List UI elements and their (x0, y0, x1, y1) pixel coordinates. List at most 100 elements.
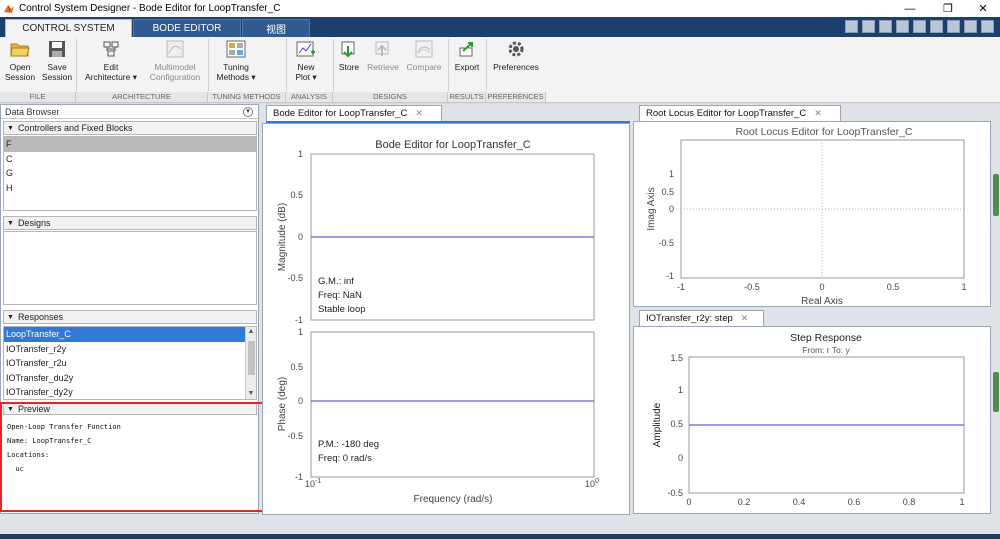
new-plot-button[interactable]: New Plot ▾ (290, 39, 322, 82)
quick-access-cut-icon[interactable] (862, 20, 875, 33)
designs-section-header[interactable]: ▼ Designs (3, 216, 257, 230)
tab-root-locus-document[interactable]: Root Locus Editor for LoopTransfer_C ✕ (639, 105, 841, 121)
ribbon-separator (286, 39, 287, 91)
preview-section-header[interactable]: ▼ Preview (3, 403, 257, 415)
close-tab-icon[interactable]: ✕ (741, 313, 749, 324)
list-item[interactable]: H (4, 181, 256, 196)
step-response-pane: Step Response From: r To: y 1.5 1 0.5 0 … (633, 326, 991, 514)
quick-access-paste-icon[interactable] (896, 20, 909, 33)
section-results: RESULTS (448, 92, 486, 102)
panel-menu-icon[interactable]: ▾ (243, 107, 253, 117)
controllers-section-header[interactable]: ▼ Controllers and Fixed Blocks (3, 121, 257, 135)
gain-margin-text: G.M.: inf (318, 276, 354, 287)
amplitude-axis-label: Amplitude (652, 402, 663, 447)
list-item[interactable]: LoopTransfer_C (4, 327, 245, 342)
multimodel-configuration-button[interactable]: Multimodel Configuration (145, 39, 205, 82)
tab-bode-editor[interactable]: BODE EDITOR (133, 19, 241, 37)
floppy-disk-icon (47, 39, 67, 59)
retrieve-button[interactable]: Retrieve (366, 39, 400, 72)
preview-panel: Open-Loop Transfer Function Name: LoopTr… (3, 416, 257, 512)
imag-tick: 1 (669, 169, 674, 179)
architecture-icon (101, 39, 121, 59)
responses-scrollbar[interactable]: ▲ ▼ (245, 327, 256, 399)
quick-access-save-icon[interactable] (845, 20, 858, 33)
freq-tick-left: 10-1 (305, 478, 321, 489)
controllers-header-label: Controllers and Fixed Blocks (17, 123, 133, 133)
pane-resize-handle[interactable] (993, 174, 999, 216)
new-plot-label: New Plot ▾ (295, 62, 317, 82)
save-session-button[interactable]: Save Session (40, 39, 74, 82)
real-tick: 0 (819, 282, 824, 292)
tab-bode-editor-document[interactable]: Bode Editor for LoopTransfer_C ✕ (266, 105, 442, 121)
list-item[interactable]: C (4, 152, 256, 167)
imag-tick: -0.5 (658, 238, 674, 248)
tab-step-response-document[interactable]: IOTransfer_r2y: step ✕ (639, 310, 764, 326)
edit-architecture-button[interactable]: Edit Architecture ▾ (80, 39, 142, 82)
quick-access-undo-icon[interactable] (913, 20, 926, 33)
collapse-triangle-icon: ▼ (7, 219, 14, 227)
pane-resize-handle[interactable] (993, 372, 999, 412)
quick-access-layout-icon[interactable] (947, 20, 960, 33)
store-button[interactable]: Store (336, 39, 362, 72)
collapse-triangle-icon: ▼ (7, 313, 14, 321)
section-tuning-methods: TUNING METHODS (208, 92, 286, 102)
new-plot-icon (296, 39, 316, 59)
ribbon-separator (333, 39, 334, 91)
root-locus-plot-svg[interactable]: Root Locus Editor for LoopTransfer_C 1 0… (634, 122, 990, 307)
quick-access-help-icon[interactable] (964, 20, 977, 33)
list-item[interactable]: IOTransfer_dy2y (4, 385, 256, 399)
tab-view[interactable]: 视图 (242, 19, 310, 37)
ribbon-toolbar: Open Session Save Session Edit Architect… (0, 37, 1000, 103)
preferences-button[interactable]: Preferences (490, 39, 542, 72)
imag-axis-label: Imag Axis (646, 187, 657, 230)
responses-list: LoopTransfer_C IOTransfer_r2y IOTransfer… (3, 326, 257, 400)
scroll-down-icon[interactable]: ▼ (246, 389, 256, 399)
compare-button[interactable]: Compare (404, 39, 444, 72)
list-item[interactable]: IOTransfer_du2y (4, 371, 256, 386)
ribbon-separator (208, 39, 209, 91)
close-tab-icon[interactable]: ✕ (415, 108, 423, 119)
time-tick: 0 (686, 497, 691, 507)
designs-header-label: Designs (17, 218, 51, 228)
frequency-axis-label: Frequency (rad/s) (414, 494, 493, 505)
save-session-label: Save Session (41, 62, 73, 82)
step-response-plot-svg[interactable]: Step Response From: r To: y 1.5 1 0.5 0 … (634, 327, 990, 513)
phase-axis-label: Phase (deg) (277, 377, 288, 431)
responses-section-header[interactable]: ▼ Responses (3, 310, 257, 324)
preview-header-label: Preview (17, 404, 50, 414)
maximize-button[interactable]: ❐ (933, 0, 963, 17)
list-item[interactable]: IOTransfer_r2y (4, 342, 256, 357)
bode-plot-svg[interactable]: Bode Editor for LoopTransfer_C 1 0.5 0 -… (263, 124, 629, 514)
freq-tick-right: 100 (585, 478, 599, 489)
list-item[interactable]: F (4, 137, 256, 152)
export-button[interactable]: Export (451, 39, 483, 72)
root-locus-pane: Root Locus Editor for LoopTransfer_C 1 0… (633, 121, 991, 307)
preview-line: Locations: (7, 451, 50, 459)
controllers-list: F C G H (3, 136, 257, 211)
workspace: Data Browser ▾ ▼ Controllers and Fixed B… (0, 104, 1000, 534)
preview-line: uc (7, 465, 24, 473)
tuning-methods-button[interactable]: Tuning Methods ▾ (211, 39, 261, 82)
scrollbar-thumb[interactable] (248, 341, 255, 375)
open-session-button[interactable]: Open Session (4, 39, 36, 82)
tab-control-system[interactable]: CONTROL SYSTEM (5, 19, 132, 37)
minimize-button[interactable]: — (895, 0, 925, 17)
list-item[interactable]: IOTransfer_r2u (4, 356, 256, 371)
status-bar (0, 534, 1000, 539)
root-locus-title: Root Locus Editor for LoopTransfer_C (735, 126, 912, 138)
amplitude-tick: -0.5 (667, 488, 683, 498)
mag-tick: 1 (298, 149, 303, 159)
phase-margin-text: P.M.: -180 deg (318, 439, 379, 450)
scroll-up-icon[interactable]: ▲ (246, 327, 256, 337)
phase-tick: -1 (295, 472, 303, 482)
close-tab-icon[interactable]: ✕ (814, 108, 822, 119)
list-item[interactable]: G (4, 166, 256, 181)
close-window-button[interactable]: ✕ (968, 0, 998, 17)
quick-access-redo-icon[interactable] (930, 20, 943, 33)
quick-access-copy-icon[interactable] (879, 20, 892, 33)
edit-architecture-label: Edit Architecture ▾ (85, 62, 137, 82)
phase-margin-freq-text: Freq: 0 rad/s (318, 453, 372, 464)
quick-access-dropdown-icon[interactable] (981, 20, 994, 33)
data-browser-title: Data Browser (5, 106, 60, 117)
amplitude-tick: 0 (678, 453, 683, 463)
